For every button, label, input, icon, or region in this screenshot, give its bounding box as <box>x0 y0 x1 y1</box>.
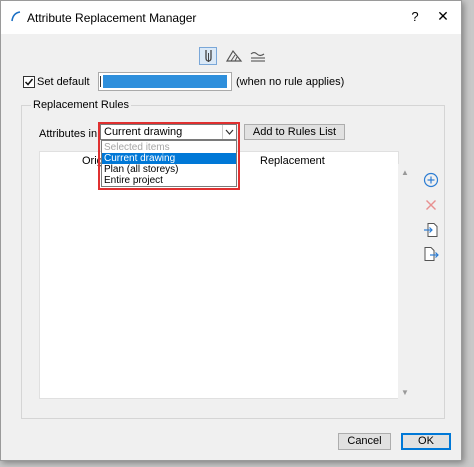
column-header-replacement: Replacement <box>260 155 325 167</box>
ok-button[interactable]: OK <box>401 433 451 450</box>
default-note: (when no rule applies) <box>236 76 345 88</box>
window-title: Attribute Replacement Manager <box>27 11 197 25</box>
close-button[interactable]: ✕ <box>435 8 451 24</box>
set-default-label: Set default <box>37 76 90 88</box>
attributes-in-label: Attributes in <box>39 128 98 140</box>
swatch-cursor <box>100 76 101 87</box>
cancel-button[interactable]: Cancel <box>338 433 391 450</box>
scroll-down-icon[interactable]: ▼ <box>401 388 409 397</box>
attribute-replacement-dialog: Attribute Replacement Manager ? ✕ Set de… <box>0 0 462 461</box>
default-color-swatch <box>103 75 227 88</box>
hatch-icon[interactable] <box>225 47 243 65</box>
replacement-rules-heading: Replacement Rules <box>31 99 131 111</box>
pen-icon[interactable] <box>199 47 217 65</box>
export-icon[interactable] <box>423 246 439 262</box>
import-icon[interactable] <box>423 222 439 238</box>
add-rule-icon[interactable] <box>423 172 439 188</box>
app-logo-icon <box>10 10 22 22</box>
surface-icon[interactable] <box>249 47 267 65</box>
title-bar: Attribute Replacement Manager ? ✕ <box>1 1 461 34</box>
set-default-checkbox[interactable] <box>23 76 35 88</box>
scroll-up-icon[interactable]: ▲ <box>401 168 409 177</box>
delete-rule-icon[interactable] <box>423 197 439 213</box>
help-button[interactable]: ? <box>407 9 423 25</box>
add-to-rules-button[interactable]: Add to Rules List <box>244 124 345 140</box>
default-attribute-picker[interactable] <box>98 72 232 91</box>
rules-table-scrollbar[interactable]: ▲ ▼ <box>398 164 412 399</box>
annotation-highlight-box <box>98 122 240 190</box>
